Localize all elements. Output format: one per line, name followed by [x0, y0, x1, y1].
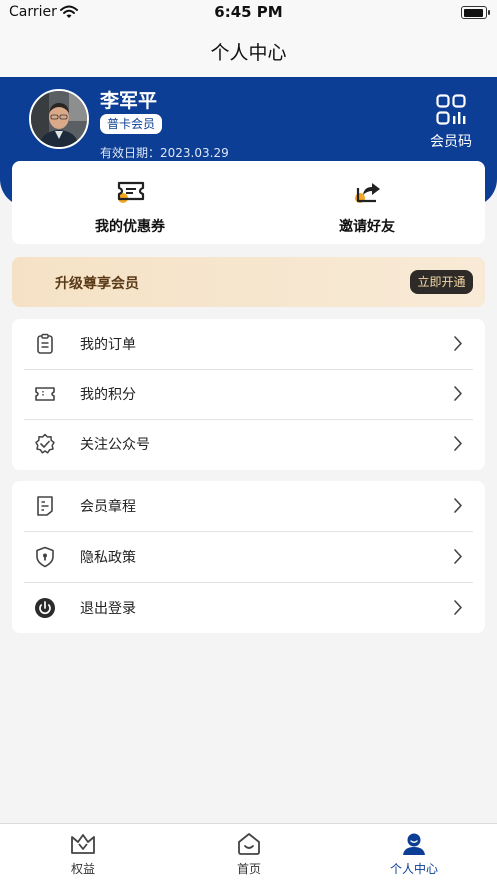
- battery-icon: [461, 6, 490, 19]
- tab-benefits[interactable]: 权益: [0, 824, 166, 883]
- invite-friends-label: 邀请好友: [339, 219, 395, 235]
- chevron-right-icon: [453, 548, 463, 569]
- my-coupons-button[interactable]: 我的优惠券: [12, 161, 248, 244]
- document-icon: [34, 495, 56, 521]
- menu-item-my-orders[interactable]: 我的订单: [12, 319, 485, 369]
- badge-check-icon: [34, 433, 56, 459]
- tab-label: 权益: [70, 862, 95, 876]
- status-bar: Carrier 6:45 PM: [0, 0, 497, 26]
- expiry-date: 有效日期：2023.03.29: [100, 144, 229, 161]
- menu-item-privacy-policy[interactable]: 隐私政策: [12, 532, 485, 582]
- clipboard-icon: [34, 333, 56, 359]
- share-icon: [353, 178, 383, 208]
- menu-label: 关注公众号: [80, 437, 150, 453]
- menu-item-membership-rules[interactable]: 会员章程: [12, 481, 485, 531]
- menu-item-logout[interactable]: 退出登录: [12, 583, 485, 633]
- ticket-icon: [34, 383, 56, 409]
- menu-item-follow-official-account[interactable]: 关注公众号: [12, 419, 485, 469]
- expiry-value: 2023.03.29: [160, 146, 229, 160]
- menu-label: 我的积分: [80, 387, 136, 403]
- crown-icon: [70, 832, 96, 860]
- expiry-label: 有效日期：: [100, 146, 161, 160]
- menu-item-my-points[interactable]: 我的积分: [12, 369, 485, 419]
- chevron-right-icon: [453, 497, 463, 518]
- home-icon: [236, 832, 262, 860]
- status-time: 6:45 PM: [214, 3, 283, 21]
- menu-label: 退出登录: [80, 601, 136, 617]
- chevron-right-icon: [453, 385, 463, 406]
- vip-upgrade-title: 升级尊享会员: [55, 276, 139, 292]
- coupon-icon: [116, 178, 146, 208]
- chevron-right-icon: [453, 435, 463, 456]
- my-coupons-label: 我的优惠券: [95, 219, 165, 235]
- page-title: 个人中心: [210, 42, 287, 64]
- navigation-bar: 个人中心: [0, 26, 497, 77]
- chevron-right-icon: [453, 335, 463, 356]
- menu-label: 隐私政策: [80, 550, 136, 566]
- vip-upgrade-banner[interactable]: 升级尊享会员 立即开通: [12, 257, 485, 307]
- quick-actions-card: 我的优惠券 邀请好友: [12, 161, 485, 244]
- tab-profile[interactable]: 个人中心: [331, 824, 497, 883]
- member-code-label: 会员码: [430, 134, 472, 150]
- tab-label: 首页: [236, 862, 261, 876]
- tab-label: 个人中心: [389, 862, 438, 876]
- activate-now-button[interactable]: 立即开通: [410, 270, 473, 294]
- menu-group-settings: 会员章程 隐私政策 退出登录: [12, 481, 485, 633]
- menu-group-account: 我的订单 我的积分 关注公众号: [12, 319, 485, 470]
- user-name: 李军平: [100, 90, 158, 112]
- shield-icon: [34, 546, 56, 572]
- menu-label: 我的订单: [80, 337, 136, 353]
- user-icon: [401, 832, 427, 860]
- menu-label: 会员章程: [80, 499, 136, 515]
- member-code-button[interactable]: 会员码: [425, 94, 477, 152]
- bottom-tab-bar: 权益 首页 个人中心: [0, 823, 497, 883]
- invite-friends-button[interactable]: 邀请好友: [249, 161, 485, 244]
- tab-home[interactable]: 首页: [166, 824, 332, 883]
- chevron-right-icon: [453, 599, 463, 620]
- avatar[interactable]: [29, 89, 89, 149]
- membership-level-badge: 普卡会员: [100, 114, 163, 134]
- power-icon: [34, 597, 56, 623]
- qr-code-icon: [436, 94, 466, 130]
